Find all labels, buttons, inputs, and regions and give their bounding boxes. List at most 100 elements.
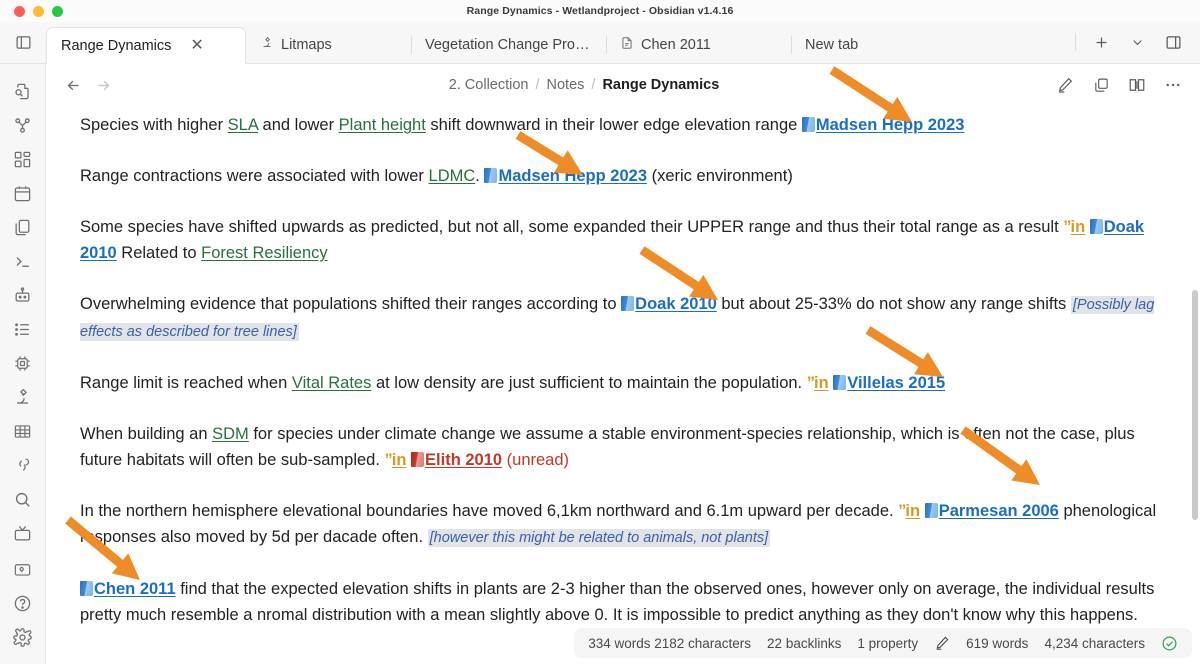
status-bar: 334 words 2182 characters 22 backlinks 1… xyxy=(574,628,1192,658)
new-tab-button[interactable] xyxy=(1084,25,1118,59)
note-paragraph: Some species have shifted upwards as pre… xyxy=(80,214,1160,266)
internal-link[interactable]: SLA xyxy=(228,116,258,134)
tab-new-tab[interactable]: New tab xyxy=(791,27,976,63)
view-header: 2. Collection / Notes / Range Dynamics xyxy=(46,64,1200,106)
note-text: Related to xyxy=(116,244,202,262)
note-paragraph: In the northern hemisphere elevational b… xyxy=(80,498,1160,551)
in-link[interactable]: in xyxy=(814,374,829,392)
quick-switcher-icon[interactable] xyxy=(6,74,40,108)
note-paragraph: Chen 2011 find that the expected elevati… xyxy=(80,576,1160,628)
tab-label: Litmaps xyxy=(281,37,332,53)
citation-link[interactable]: Madsen Hepp 2023 xyxy=(816,116,965,134)
reading-view-icon[interactable] xyxy=(1122,70,1152,100)
tab-range-dynamics[interactable]: Range Dynamics ✕ xyxy=(46,27,246,64)
internal-link[interactable]: Plant height xyxy=(339,116,426,134)
red-book-icon xyxy=(411,452,425,467)
help-icon[interactable] xyxy=(6,586,40,620)
breadcrumb-item-current: Range Dynamics xyxy=(602,77,720,93)
edit-pencil-icon[interactable] xyxy=(934,635,950,651)
more-options-icon[interactable] xyxy=(1158,70,1188,100)
citation-link[interactable]: Villelas 2015 xyxy=(847,374,945,392)
note-text: Some species have shifted upwards as pre… xyxy=(80,218,1064,236)
breadcrumb[interactable]: 2. Collection / Notes / Range Dynamics xyxy=(118,77,1050,93)
citation-link[interactable]: Doak 2010 xyxy=(635,295,717,313)
edit-pencil-icon[interactable] xyxy=(1050,70,1080,100)
blue-book-icon xyxy=(924,503,938,518)
sidebar-right-icon[interactable] xyxy=(1156,25,1190,59)
internal-link[interactable]: Vital Rates xyxy=(292,374,372,392)
note-paragraph: Species with higher SLA and lower Plant … xyxy=(80,112,1160,138)
view-header-actions xyxy=(1050,70,1188,100)
note-paragraph: Range contractions were associated with … xyxy=(80,163,1160,189)
note-editor[interactable]: Species with higher SLA and lower Plant … xyxy=(46,106,1200,664)
breadcrumb-item-1[interactable]: Notes xyxy=(547,77,585,93)
close-icon[interactable]: ✕ xyxy=(190,37,203,54)
vault-switcher-icon[interactable] xyxy=(6,552,40,586)
robot-icon[interactable] xyxy=(6,278,40,312)
note-text: Overwhelming evidence that populations s… xyxy=(80,295,622,313)
tab-strip: Range Dynamics ✕ Litmaps Vegetation Chan… xyxy=(0,22,1200,64)
divider xyxy=(1075,33,1076,51)
search-icon[interactable] xyxy=(6,482,40,516)
unread-marker: (unread) xyxy=(502,451,570,469)
outline-list-icon[interactable] xyxy=(6,312,40,346)
tab-label: Vegetation Change Project xyxy=(425,37,592,53)
tab-strip-actions xyxy=(1069,21,1200,63)
property-count[interactable]: 1 property xyxy=(857,636,918,651)
canvas-icon[interactable] xyxy=(6,142,40,176)
chip-icon[interactable] xyxy=(6,346,40,380)
sync-status-icon[interactable] xyxy=(1161,635,1178,652)
note-text: but about 25-33% do not show any range s… xyxy=(716,295,1071,313)
breadcrumb-separator: / xyxy=(591,77,596,93)
citation-link[interactable]: Madsen Hepp 2023 xyxy=(498,167,647,185)
calendar-icon[interactable] xyxy=(6,176,40,210)
title-bar: Range Dynamics - Wetlandproject - Obsidi… xyxy=(0,0,1200,22)
backlink-count[interactable]: 22 backlinks xyxy=(767,636,841,651)
citation-link-unread[interactable]: Elith 2010 xyxy=(425,451,502,469)
settings-gear-icon[interactable] xyxy=(6,620,40,654)
blue-book-icon xyxy=(801,117,815,132)
sidebar-left-icon[interactable] xyxy=(0,21,46,63)
tab-chen-2011[interactable]: Chen 2011 xyxy=(606,27,791,63)
terminal-icon[interactable] xyxy=(6,244,40,278)
citation-link[interactable]: Chen 2011 xyxy=(94,580,176,598)
tab-label: New tab xyxy=(805,37,859,53)
back-button[interactable] xyxy=(58,70,88,100)
tab-litmaps[interactable]: Litmaps xyxy=(246,27,411,63)
note-text: Species with higher xyxy=(80,116,228,134)
copy-files-icon[interactable] xyxy=(6,210,40,244)
tab-vegetation-change-project[interactable]: Vegetation Change Project xyxy=(411,27,606,63)
blue-book-icon xyxy=(833,375,847,390)
graph-view-icon[interactable] xyxy=(6,108,40,142)
vertical-scrollbar[interactable] xyxy=(1192,290,1198,520)
note-text: and lower xyxy=(257,116,339,134)
tv-icon[interactable] xyxy=(6,516,40,550)
obsidian-window: Range Dynamics - Wetlandproject - Obsidi… xyxy=(0,0,1200,664)
note-paragraph: When building an SDM for species under c… xyxy=(80,421,1160,473)
in-link[interactable]: in xyxy=(392,451,407,469)
in-link[interactable]: in xyxy=(1070,218,1085,236)
breadcrumb-item-0[interactable]: 2. Collection xyxy=(449,77,529,93)
blue-book-icon xyxy=(80,581,93,596)
internal-link[interactable]: Forest Resiliency xyxy=(201,244,328,262)
microscope-icon[interactable] xyxy=(6,380,40,414)
in-link[interactable]: in xyxy=(905,502,920,520)
internal-link[interactable]: SDM xyxy=(212,425,249,443)
blue-book-icon xyxy=(1089,219,1103,234)
citation-link[interactable]: Parmesan 2006 xyxy=(939,502,1059,520)
selection-word-count: 619 words xyxy=(966,635,1029,651)
note-text xyxy=(920,502,925,520)
note-text: Range contractions were associated with … xyxy=(80,167,429,185)
quote-icon: ” xyxy=(384,451,393,469)
internal-link[interactable]: LDMC xyxy=(429,167,476,185)
note-text: In the northern hemisphere elevational b… xyxy=(80,502,899,520)
forward-button[interactable] xyxy=(88,70,118,100)
note-text: (xeric environment) xyxy=(647,167,793,185)
table-icon[interactable] xyxy=(6,414,40,448)
broken-link-icon[interactable] xyxy=(6,448,40,482)
selection-char-count: 4,234 characters xyxy=(1044,635,1145,651)
note-paragraph: Overwhelming evidence that populations s… xyxy=(80,291,1160,345)
chevron-down-icon[interactable] xyxy=(1120,25,1154,59)
breadcrumb-separator: / xyxy=(535,77,540,93)
copy-icon[interactable] xyxy=(1086,70,1116,100)
